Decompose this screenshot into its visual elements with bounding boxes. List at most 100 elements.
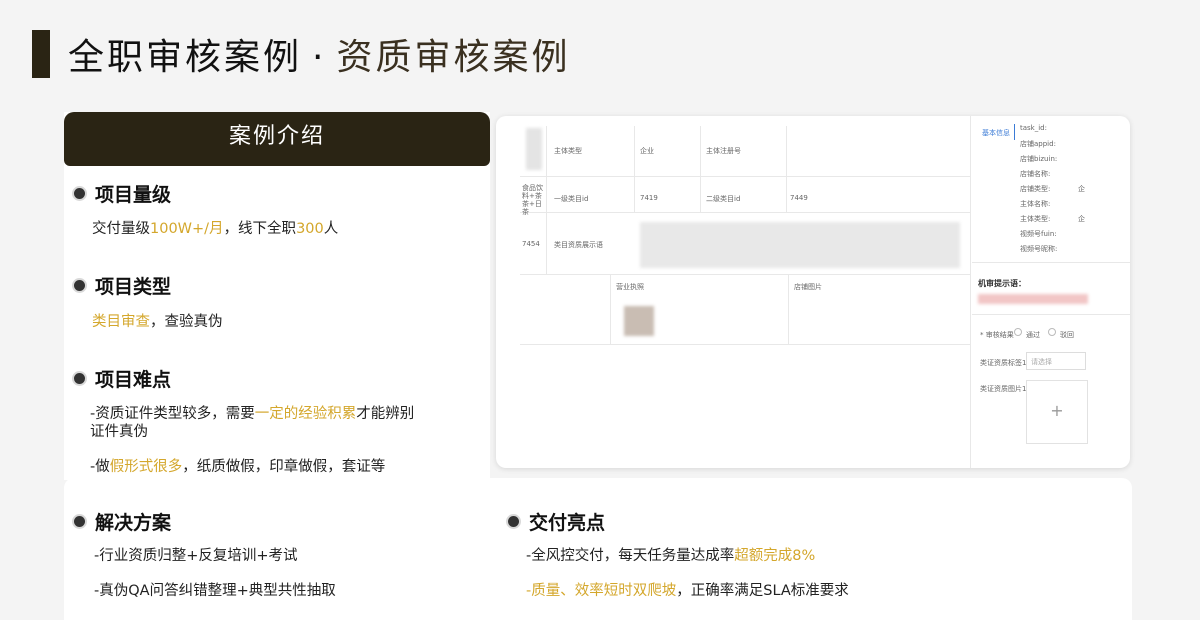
shop-image-label: 店铺图片 (794, 283, 822, 291)
cat1-label: 一级类目id (554, 195, 589, 203)
grid-line (546, 126, 547, 274)
grid-line (610, 274, 611, 344)
scale-prefix: 交付量级 (92, 221, 150, 237)
radio-pass[interactable] (1014, 328, 1022, 336)
type-rest: ，查验真伪 (150, 314, 223, 330)
solution-heading: 解决方案 (95, 512, 172, 534)
title-accent-bar (32, 30, 50, 78)
cat1-value: 7419 (640, 194, 658, 202)
highlights-line1-highlight: 超额完成8% (734, 548, 816, 564)
cat2-value: 7449 (790, 194, 808, 202)
highlights-line2-b: ，正确率满足SLA标准要求 (676, 583, 849, 599)
scale-mid: ，线下全职 (223, 221, 297, 237)
side-field: 视频号昵称: (1020, 245, 1058, 253)
side-field: 店铺appid: (1020, 140, 1056, 148)
subject-type-value: 企业 (640, 147, 654, 155)
difficulty-line1-a: -资质证件类型较多，需要 (90, 406, 255, 422)
bullet-icon (74, 516, 85, 527)
section-solution: 解决方案 (74, 508, 171, 535)
cat2-label: 二级类目id (706, 195, 741, 203)
section-type: 项目类型 (74, 272, 171, 299)
grid-line (520, 176, 970, 177)
scale-volume: 100W+/月 (150, 221, 224, 237)
difficulty-line1-cont: 证件真伪 (90, 424, 148, 440)
option-reject: 驳回 (1060, 331, 1074, 339)
grid-line (972, 314, 1130, 315)
result-label: * 审核结果 (980, 331, 1014, 339)
solution-item: -真伪QA问答纠错整理+典型共性抽取 (94, 583, 336, 599)
side-field: task_id: (1020, 124, 1047, 132)
title-separator: · (312, 37, 327, 78)
difficulty-line2-b: ，纸质做假，印章做假，套证等 (182, 459, 386, 475)
tab-basic-info[interactable]: 基本信息 (982, 128, 1010, 138)
grid-line (972, 262, 1130, 263)
difficulty-line1-b: 才能辨别 (356, 406, 415, 422)
upload-button[interactable]: + (1026, 380, 1088, 444)
side-field: 视频号fuin: (1020, 230, 1057, 238)
case-intro-header: 案例介绍 (64, 112, 490, 166)
scale-suffix: 人 (323, 221, 339, 237)
type-heading: 项目类型 (95, 276, 172, 298)
subject-type-label: 主体类型 (554, 147, 582, 155)
solution-item: -行业资质归整+反复培训+考试 (94, 548, 298, 564)
difficulty-line1-highlight: 一定的经验积累 (254, 406, 357, 422)
difficulty-line2-highlight: 假形式很多 (109, 459, 183, 475)
reason-label: 类证资质标签1 (980, 359, 1027, 367)
radio-reject[interactable] (1048, 328, 1056, 336)
cat3-value: 7454 (522, 240, 540, 248)
license-label: 营业执照 (616, 283, 644, 291)
reason-select[interactable]: 请选择 (1026, 352, 1086, 370)
grid-line (520, 274, 970, 275)
tab-indicator (1014, 124, 1015, 140)
title-sub: 资质审核案例 (336, 37, 571, 78)
highlights-line2: -质量、效率短时双爬坡，正确率满足SLA标准要求 (526, 581, 849, 601)
blurred-qualification-text (640, 222, 960, 268)
subject-reg-label: 主体注册号 (706, 147, 741, 155)
grid-line (520, 212, 970, 213)
grid-line (786, 126, 787, 212)
bullet-icon (74, 188, 85, 199)
bullet-icon (74, 373, 85, 384)
scale-text: 交付量级100W+/月，线下全职300人 (92, 219, 338, 239)
side-value: 企 (1078, 215, 1085, 223)
qual-label: 类目资质展示语 (554, 241, 603, 249)
side-field: 主体名称: (1020, 200, 1051, 208)
difficulty-line2-a: -做 (90, 459, 110, 475)
difficulty-line1: -资质证件类型较多，需要一定的经验积累才能辨别 (90, 404, 414, 424)
image-label: 类证资质图片1 (980, 385, 1027, 393)
type-highlight: 类目审查 (92, 314, 150, 330)
grid-line (520, 344, 970, 345)
type-text: 类目审查，查验真伪 (92, 312, 223, 332)
machine-hint-label: 机审提示语： (978, 279, 1026, 288)
section-highlights: 交付亮点 (508, 508, 605, 535)
highlights-line2-highlight: -质量、效率短时双爬坡 (526, 583, 677, 599)
blurred-image (526, 128, 542, 170)
side-field: 店铺bizuin: (1020, 155, 1058, 163)
bullet-icon (74, 280, 85, 291)
option-pass: 通过 (1026, 331, 1040, 339)
title-main: 全职审核案例 (68, 37, 303, 78)
section-scale: 项目量级 (74, 180, 171, 207)
side-value: 企 (1078, 185, 1085, 193)
machine-hint-value (978, 294, 1088, 304)
license-thumbnail (624, 306, 654, 336)
highlights-line1-a: -全风控交付，每天任务量达成率 (526, 548, 735, 564)
highlights-heading: 交付亮点 (529, 512, 606, 534)
side-field: 主体类型: (1020, 215, 1051, 223)
scale-staff: 300 (296, 221, 324, 237)
review-tool-screenshot: 主体类型 企业 主体注册号 食品饮料+茶茶+日茶 一级类目id 7419 二级类… (496, 116, 1130, 468)
grid-line (700, 126, 701, 212)
difficulty-heading: 项目难点 (95, 369, 172, 391)
highlights-line1: -全风控交付，每天任务量达成率超额完成8% (526, 546, 815, 566)
grid-line (970, 116, 971, 468)
bullet-icon (508, 516, 519, 527)
section-difficulty: 项目难点 (74, 365, 171, 392)
side-field: 店铺类型: (1020, 185, 1051, 193)
grid-line (788, 274, 789, 344)
scale-heading: 项目量级 (95, 184, 172, 206)
side-field: 店铺名称: (1020, 170, 1051, 178)
difficulty-line2: -做假形式很多，纸质做假，印章做假，套证等 (90, 457, 385, 477)
page-title: 全职审核案例 · 资质审核案例 (68, 28, 570, 80)
grid-line (634, 126, 635, 212)
category-name: 食品饮料+茶茶+日茶 (522, 184, 543, 216)
